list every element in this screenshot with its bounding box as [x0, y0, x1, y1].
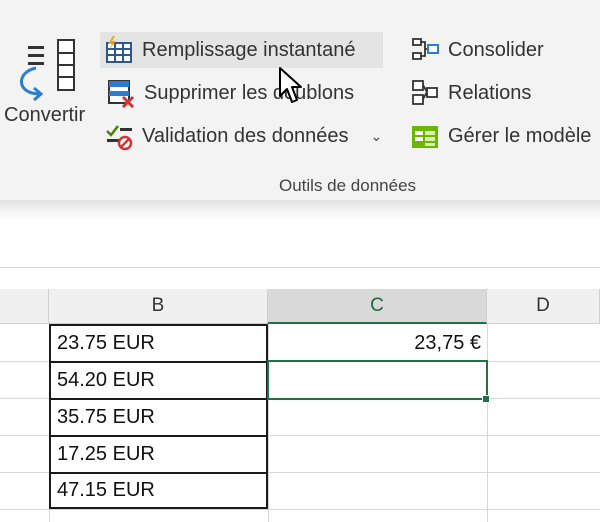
data-validation-label: Validation des données	[142, 124, 349, 147]
consolidate-icon	[410, 35, 440, 65]
consolidate-label: Consolider	[448, 38, 544, 61]
relationships-icon	[410, 78, 440, 108]
cell-b1[interactable]: 23.75 EUR	[49, 324, 268, 361]
remove-duplicates-label: Supprimer les doublons	[144, 81, 355, 104]
column-header-c[interactable]: C	[268, 289, 487, 324]
remove-duplicates-button[interactable]: Supprimer les doublons	[100, 75, 354, 111]
convert-label: Convertir	[4, 104, 86, 126]
column-header-b[interactable]: B	[49, 289, 268, 324]
manage-data-model-label: Gérer le modèle	[448, 124, 592, 147]
flash-fill-icon	[104, 35, 134, 65]
gridline	[0, 509, 600, 510]
convert-button[interactable]: Convertir	[0, 0, 100, 140]
header-band	[0, 268, 600, 289]
mouse-pointer-icon	[278, 66, 302, 111]
cell-b5[interactable]: 47.15 EUR	[49, 472, 268, 509]
column-header-a[interactable]	[0, 289, 49, 324]
gridline	[487, 324, 488, 522]
data-validation-icon	[104, 121, 134, 151]
remove-duplicates-icon	[106, 78, 136, 109]
text-to-columns-icon	[14, 36, 80, 107]
manage-data-model-button[interactable]: Gérer le modèle	[410, 118, 591, 154]
column-header-d[interactable]: D	[487, 289, 600, 324]
data-validation-button[interactable]: Validation des données ⌄	[100, 118, 382, 154]
cell-c1[interactable]: 23,75 €	[268, 326, 487, 361]
formula-bar-area[interactable]	[0, 222, 600, 268]
ribbon-shadow	[0, 200, 600, 222]
relationships-button[interactable]: Relations	[410, 75, 531, 111]
active-cell-c2[interactable]	[267, 360, 488, 400]
chevron-down-icon[interactable]: ⌄	[370, 128, 382, 145]
cell-b2[interactable]: 54.20 EUR	[49, 361, 268, 398]
fill-handle[interactable]	[482, 395, 490, 403]
cell-b3[interactable]: 35.75 EUR	[49, 398, 268, 435]
flash-fill-label: Remplissage instantané	[142, 38, 356, 61]
data-tools-group-label: Outils de données	[279, 176, 417, 195]
flash-fill-button[interactable]: Remplissage instantané	[100, 32, 383, 68]
relationships-label: Relations	[448, 81, 532, 104]
consolidate-button[interactable]: Consolider	[410, 32, 544, 68]
cell-b4[interactable]: 17.25 EUR	[49, 435, 268, 472]
data-model-icon	[410, 121, 440, 151]
